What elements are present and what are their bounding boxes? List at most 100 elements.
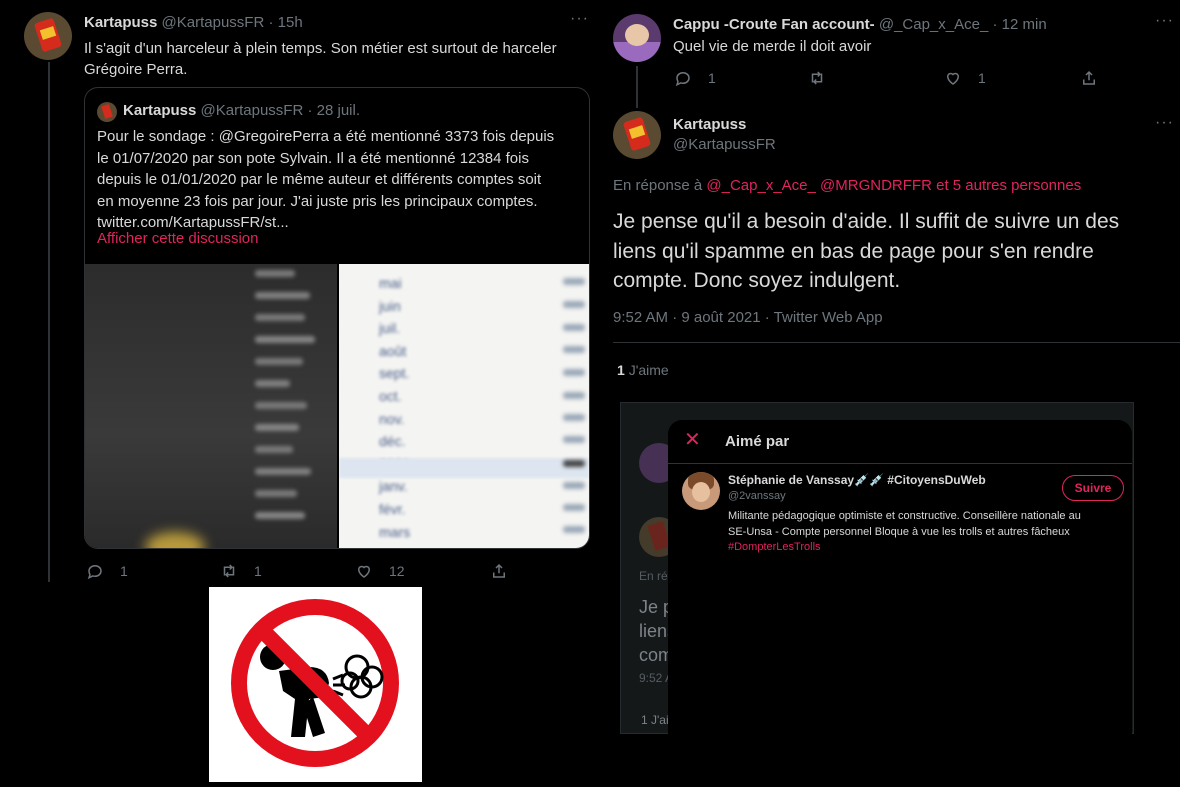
more-options-icon[interactable]: ··· xyxy=(1155,12,1174,30)
month-label: déc. xyxy=(379,433,406,450)
avatar[interactable] xyxy=(682,472,720,510)
like-count: 12 xyxy=(389,563,405,579)
right-tweet-panel: Cappu -Croute Fan account- @_Cap_x_Ace_ … xyxy=(596,0,1180,396)
quote-author-name: Kartapuss xyxy=(123,102,197,119)
user-list-item[interactable]: Stéphanie de Vanssay💉💉 #CitoyensDuWeb @2… xyxy=(668,464,1132,564)
retweet-button[interactable] xyxy=(808,69,826,87)
user-handle[interactable]: @2vanssay xyxy=(728,490,786,502)
likes-count: 1 xyxy=(617,362,625,378)
thread-line xyxy=(636,66,638,108)
author-name[interactable]: Cappu -Croute Fan account- xyxy=(673,16,875,33)
user-bio: Militante pédagogique optimiste et const… xyxy=(728,509,1128,556)
month-label: janv. xyxy=(379,478,408,495)
left-tweet-panel: Kartapuss @KartapussFR · 15h ··· Il s'ag… xyxy=(0,0,604,585)
author-name[interactable]: Kartapuss xyxy=(84,14,157,31)
month-label: août xyxy=(379,342,407,359)
avatar[interactable] xyxy=(24,12,72,60)
close-icon[interactable]: ✕ xyxy=(684,430,701,450)
tweet-text-line: Je pense qu'il a besoin d'aide. Il suffi… xyxy=(613,210,1120,233)
quote-header: Kartapuss @KartapussFR · 28 juil. xyxy=(123,102,360,119)
more-recipients-link[interactable]: et 5 autres personnes xyxy=(936,177,1081,194)
avatar[interactable] xyxy=(613,14,661,62)
tweet-text-line: compte. Donc soyez indulgent. xyxy=(613,269,901,292)
quote-text-line: Pour le sondage : @GregoirePerra a été m… xyxy=(97,128,555,145)
quote-tweet-card[interactable]: Kartapuss @KartapussFR · 28 juil. Pour l… xyxy=(84,87,590,549)
quote-text-line: depuis le 01/01/2020 par le même auteur … xyxy=(97,171,542,188)
quote-date: 28 juil. xyxy=(316,102,360,119)
share-icon xyxy=(493,563,505,578)
media-image-left[interactable] xyxy=(85,264,337,548)
tweet-text-line: Grégoire Perra. xyxy=(84,61,188,78)
quote-author-handle: @KartapussFR xyxy=(200,102,304,119)
liked-by-modal: ✕ Aimé par Stéphanie de Vanssay💉💉 #Citoy… xyxy=(668,420,1132,782)
bio-line: SE-Unsa - Compte personnel Bloque à vue … xyxy=(728,525,1070,538)
tweet-time[interactable]: 12 min xyxy=(1002,16,1047,33)
month-label: mars xyxy=(379,523,411,540)
reply-icon xyxy=(675,71,690,87)
no-fart-sign-icon xyxy=(231,599,399,767)
reply-prefix: En réponse à xyxy=(613,177,703,194)
reply-text: Quel vie de merde il doit avoir xyxy=(673,38,872,55)
share-icon xyxy=(1083,70,1095,85)
reply-header: Cappu -Croute Fan account- @_Cap_x_Ace_ … xyxy=(673,16,1047,33)
tweet-time[interactable]: 15h xyxy=(278,14,303,31)
month-list: maijuinjuil.aoûtsept.oct.nov.déc.2021jan… xyxy=(379,272,410,543)
month-label: mai xyxy=(379,275,402,291)
tweet-header: Kartapuss @KartapussFR · 15h xyxy=(84,14,303,31)
reply-button[interactable]: 1 xyxy=(674,69,716,87)
heart-icon xyxy=(946,72,960,85)
quote-text: Pour le sondage : @GregoirePerra a été m… xyxy=(97,126,583,234)
reply-count: 1 xyxy=(708,70,716,86)
user-name[interactable]: Stéphanie de Vanssay💉💉 #CitoyensDuWeb xyxy=(728,473,986,487)
likes-summary[interactable]: 1 J'aime xyxy=(617,362,669,378)
divider xyxy=(613,342,1180,343)
heart-icon xyxy=(357,565,371,578)
retweet-icon xyxy=(223,564,235,578)
month-label: nov. xyxy=(379,410,405,427)
month-label: juil. xyxy=(379,320,401,337)
tweet-timestamp[interactable]: 9:52 AM · 9 août 2021 · Twitter Web App xyxy=(613,309,883,326)
month-label: sept. xyxy=(379,365,410,382)
share-button[interactable] xyxy=(490,562,508,580)
more-options-icon[interactable]: ··· xyxy=(1155,114,1174,132)
quote-text-line: le 01/07/2020 par son pote Sylvain. Il a… xyxy=(97,149,529,167)
mention-link[interactable]: @_Cap_x_Ace_ xyxy=(706,177,815,194)
retweet-button[interactable]: 1 xyxy=(220,562,262,580)
likes-label: J'aime xyxy=(628,362,669,378)
like-button[interactable]: 12 xyxy=(355,562,405,580)
tweet-text-line: Il s'agit d'un harceleur à plein temps. … xyxy=(84,40,557,57)
media-image-right[interactable]: maijuinjuil.aoûtsept.oct.nov.déc.2021jan… xyxy=(339,264,589,548)
quote-text-line: en moyenne 23 fois par jour. J'ai juste … xyxy=(97,192,538,210)
tweet-text-line: liens qu'il spamme en bas de page pour s… xyxy=(613,239,1094,263)
thread-line xyxy=(48,62,50,582)
month-label: févr. xyxy=(379,500,406,517)
modal-title: Aimé par xyxy=(725,433,790,450)
hashtag-link[interactable]: #DompterLesTrolls xyxy=(728,540,1128,556)
like-button[interactable]: 1 xyxy=(944,69,986,87)
show-thread-link[interactable]: Afficher cette discussion xyxy=(97,230,258,247)
author-handle[interactable]: @KartapussFR xyxy=(162,14,265,31)
reply-count: 1 xyxy=(120,563,128,579)
month-label: juin xyxy=(379,297,401,314)
tweet-text: Il s'agit d'un harceleur à plein temps. … xyxy=(84,38,557,80)
avatar[interactable] xyxy=(613,111,661,159)
mention-link[interactable]: @MRGNDRFFR xyxy=(820,177,932,194)
author-handle[interactable]: @KartapussFR xyxy=(673,136,776,153)
reply-button[interactable]: 1 xyxy=(86,562,128,580)
prohibition-sign-image xyxy=(209,587,422,782)
more-options-icon[interactable]: ··· xyxy=(570,10,589,28)
like-count: 1 xyxy=(978,70,986,86)
month-label: oct. xyxy=(379,387,402,404)
main-tweet-text: Je pense qu'il a besoin d'aide. Il suffi… xyxy=(613,207,1119,296)
retweet-icon xyxy=(811,71,823,85)
retweet-count: 1 xyxy=(254,563,262,579)
author-name[interactable]: Kartapuss xyxy=(673,116,746,133)
bio-line: Militante pédagogique optimiste et const… xyxy=(728,510,1081,522)
share-button[interactable] xyxy=(1080,69,1098,87)
likes-summary: 1 J'ai xyxy=(641,713,669,727)
follow-button[interactable]: Suivre xyxy=(1062,475,1124,501)
quote-avatar xyxy=(97,102,117,122)
reply-icon xyxy=(87,564,102,580)
reply-context: En réponse à @_Cap_x_Ace_ @MRGNDRFFR et … xyxy=(613,177,1081,194)
author-handle[interactable]: @_Cap_x_Ace_ xyxy=(879,16,988,33)
